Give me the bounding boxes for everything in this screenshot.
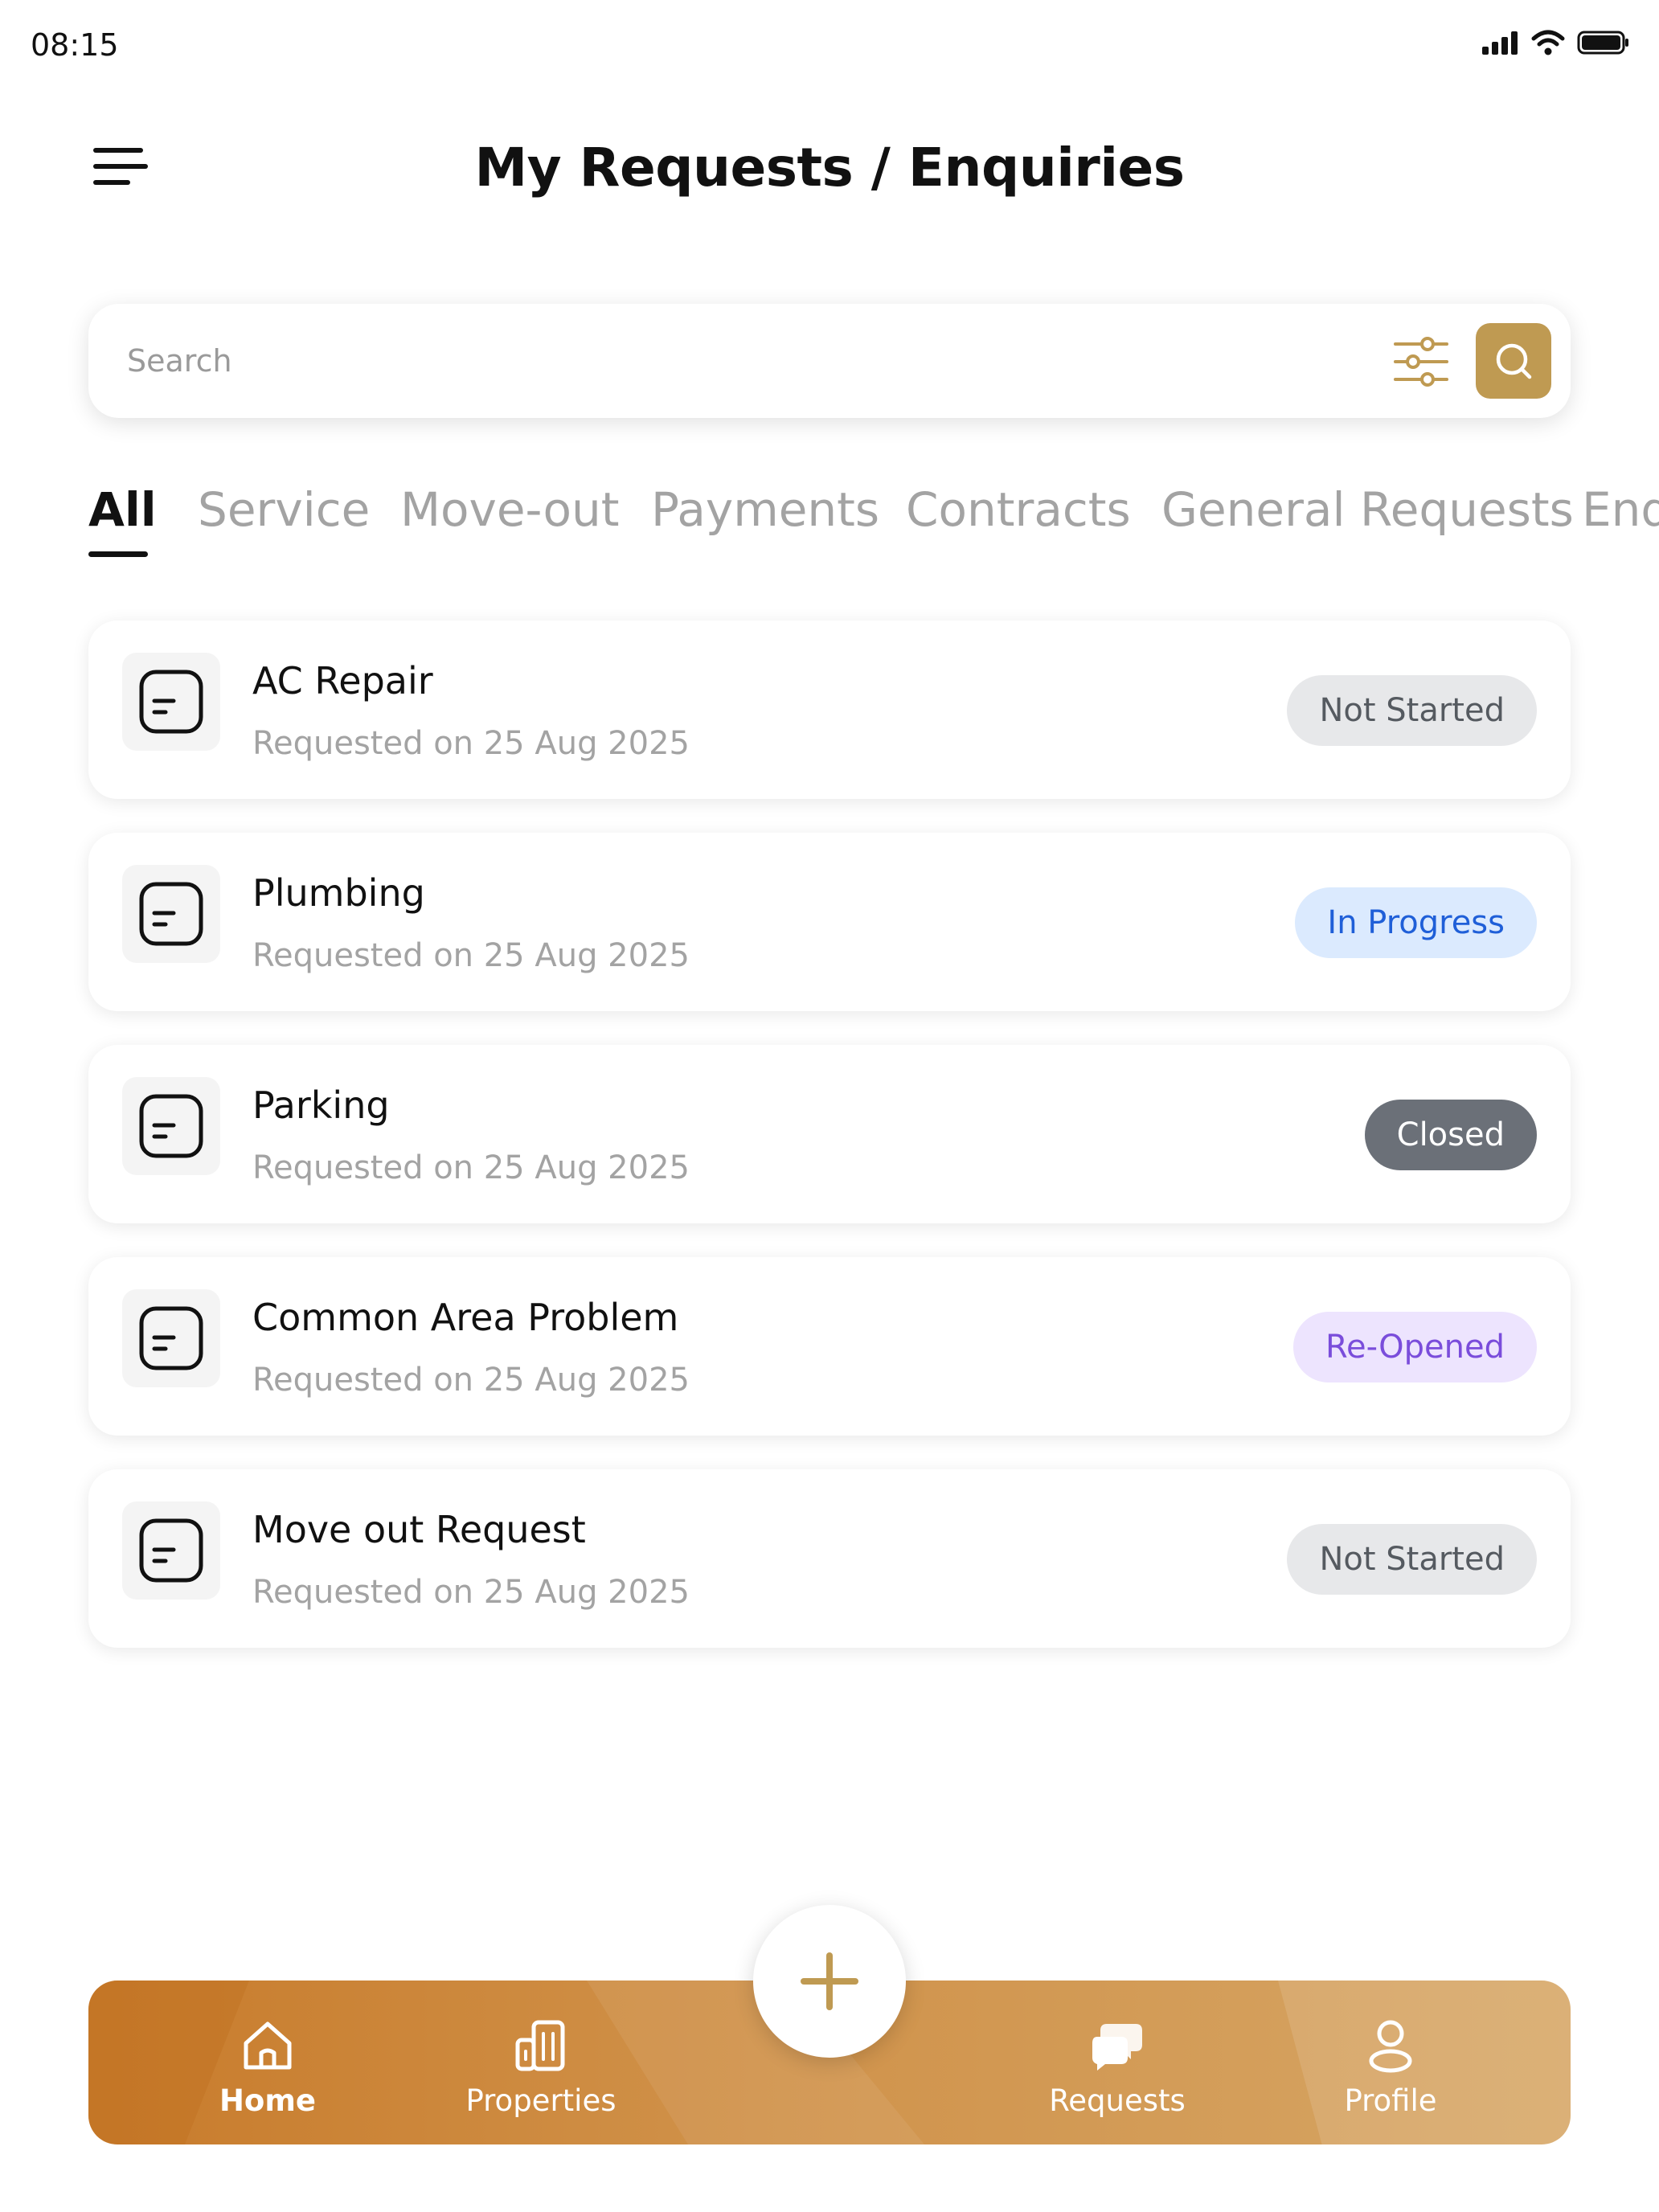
request-card[interactable]: AC Repair Requested on 25 Aug 2025 Not S… — [88, 621, 1571, 799]
status-badge: Re-Opened — [1293, 1312, 1537, 1382]
request-title: Plumbing — [252, 871, 425, 915]
request-date: Requested on 25 Aug 2025 — [252, 937, 690, 974]
add-request-button[interactable] — [753, 1905, 906, 2058]
status-bar: 08:15 — [0, 0, 1659, 88]
tab-all[interactable]: All — [88, 482, 157, 537]
header: My Requests / Enquiries — [0, 121, 1659, 217]
status-badge: Closed — [1364, 1100, 1537, 1170]
nav-item-profile[interactable]: Profile — [1286, 1981, 1495, 2144]
tab-payments[interactable]: Payments — [651, 482, 879, 537]
tab-active-indicator — [88, 551, 148, 557]
note-icon — [139, 1306, 203, 1370]
nav-item-home[interactable]: Home — [163, 1981, 372, 2144]
filter-sliders-icon — [1394, 337, 1448, 387]
request-date: Requested on 25 Aug 2025 — [252, 725, 690, 762]
wifi-icon — [1531, 30, 1565, 55]
request-icon-box — [122, 1289, 220, 1387]
search-bar — [88, 304, 1571, 418]
status-badge: Not Started — [1287, 1524, 1537, 1595]
search-button[interactable] — [1476, 323, 1551, 399]
note-icon — [139, 882, 203, 946]
plus-icon — [801, 1952, 858, 2010]
request-card[interactable]: Parking Requested on 25 Aug 2025 Closed — [88, 1045, 1571, 1223]
tab-move-out[interactable]: Move-out — [400, 482, 620, 537]
building-icon — [515, 2020, 565, 2071]
tab-enquiries[interactable]: Enquiries — [1582, 482, 1659, 537]
status-time: 08:15 — [31, 27, 119, 63]
request-date: Requested on 25 Aug 2025 — [252, 1362, 690, 1399]
search-icon — [1496, 343, 1532, 379]
nav-label: Requests — [1049, 2083, 1186, 2118]
status-badge: Not Started — [1287, 675, 1537, 746]
nav-label: Properties — [465, 2083, 616, 2118]
chat-icon — [1092, 2024, 1142, 2071]
status-icons — [1481, 29, 1630, 56]
nav-label: Home — [219, 2083, 317, 2118]
filter-button[interactable] — [1391, 331, 1452, 392]
request-title: Move out Request — [252, 1508, 586, 1551]
tab-general-requests[interactable]: General Requests — [1161, 482, 1574, 537]
request-icon-box — [122, 865, 220, 963]
tab-service[interactable]: Service — [198, 482, 370, 537]
request-icon-box — [122, 1501, 220, 1600]
request-title: Common Area Problem — [252, 1296, 679, 1339]
page-title: My Requests / Enquiries — [474, 137, 1185, 199]
category-tabs: All Service Move-out Payments Contracts … — [88, 482, 1659, 563]
search-input[interactable] — [127, 331, 1333, 391]
request-title: Parking — [252, 1083, 390, 1127]
user-icon — [1369, 2020, 1412, 2073]
nav-item-properties[interactable]: Properties — [436, 1981, 645, 2144]
nav-item-requests[interactable]: Requests — [1013, 1981, 1222, 2144]
request-card[interactable]: Move out Request Requested on 25 Aug 202… — [88, 1469, 1571, 1648]
request-title: AC Repair — [252, 659, 433, 703]
request-date: Requested on 25 Aug 2025 — [252, 1574, 690, 1611]
home-icon — [244, 2022, 292, 2070]
note-icon — [139, 1518, 203, 1583]
battery-icon — [1577, 31, 1628, 55]
tab-contracts[interactable]: Contracts — [906, 482, 1131, 537]
note-icon — [139, 1094, 203, 1158]
signal-icon — [1482, 31, 1518, 55]
request-icon-box — [122, 1077, 220, 1175]
status-badge: In Progress — [1295, 887, 1537, 958]
request-card[interactable]: Plumbing Requested on 25 Aug 2025 In Pro… — [88, 833, 1571, 1011]
note-icon — [139, 670, 203, 734]
nav-label: Profile — [1344, 2083, 1437, 2118]
request-card[interactable]: Common Area Problem Requested on 25 Aug … — [88, 1257, 1571, 1436]
request-icon-box — [122, 653, 220, 751]
request-date: Requested on 25 Aug 2025 — [252, 1149, 690, 1186]
